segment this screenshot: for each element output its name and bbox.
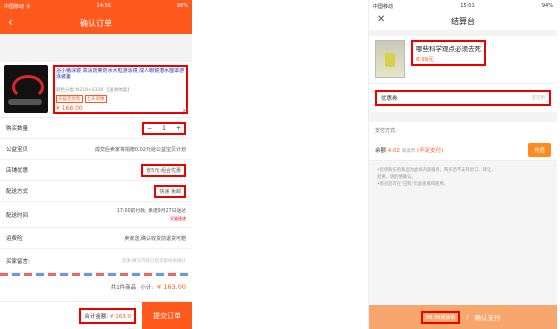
delivery-label: 配送方式 bbox=[6, 189, 29, 195]
delivery-time-label: 配送时间 bbox=[6, 212, 29, 219]
charity-value: 成交后卖家将捐赠0.02元给公益宝贝计划 bbox=[94, 146, 186, 153]
confirm-pay-button[interactable]: 确认支付 bbox=[475, 312, 501, 322]
product-title: 哪些科学观点必须去死 bbox=[416, 45, 481, 53]
payment-method-label: 支付方式: bbox=[375, 128, 397, 134]
delivery-time-tag: 天猫速递 bbox=[170, 215, 186, 221]
book-cover-image bbox=[375, 40, 405, 78]
shop-promo-label: 店铺优惠 bbox=[6, 168, 29, 174]
product-price: 8.99元 bbox=[416, 57, 434, 63]
product-info: 浴小猪泳镜 高清防雾防水大框游泳镜 成人眼镜潜水面罩游泳装备 颜色分类:M218… bbox=[53, 65, 188, 114]
total-area: 合计金额: ¥ 163.0 bbox=[0, 302, 142, 329]
checkout-screen: 中国移动 15:01 94% ✕ 结算台 哪些科学观点必须去死 8.99元 优惠… bbox=[368, 0, 557, 329]
total-amount: ¥ 163.0 bbox=[110, 313, 131, 320]
minus-icon[interactable]: − bbox=[147, 125, 152, 132]
bottom-bar: ¥8.99阅读币 / 确认支付 bbox=[369, 305, 557, 329]
total-box: 合计金额: ¥ 163.0 bbox=[79, 307, 136, 324]
carrier-text: 中国移动 令 bbox=[4, 3, 31, 10]
product-card: 哪些科学观点必须去死 8.99元 bbox=[369, 36, 557, 84]
page-header: ‹ 确认订单 bbox=[0, 12, 192, 34]
subtotal-amount: ¥ 163.00 bbox=[157, 283, 186, 291]
quantity-label: 购买数量 bbox=[6, 126, 29, 132]
delivery-time-row: 配送时间 17:00前付款, 承诺9月27日送达 天猫速递 bbox=[0, 202, 192, 228]
product-card[interactable]: 浴小猪泳镜 高清防雾防水大框游泳镜 成人眼镜潜水面罩游泳装备 颜色分类:M218… bbox=[0, 62, 192, 118]
pay-amount: ¥8.99阅读币 bbox=[421, 310, 461, 324]
message-row[interactable]: 买家留言: 选填:填写内容已和卖家协商确认 bbox=[0, 249, 192, 273]
total-label: 合计金额: bbox=[84, 313, 109, 320]
note-line: •您将购买的商品为虚拟内容服务，购买后不支持退订、转让、 bbox=[377, 168, 496, 173]
balance-amount: 4.02 bbox=[387, 147, 401, 154]
product-image[interactable] bbox=[4, 65, 48, 113]
message-label: 买家留言: bbox=[6, 258, 30, 265]
delivery-row[interactable]: 配送方式 快递 免邮 bbox=[0, 181, 192, 202]
shop-promo-value[interactable]: 省5元:组合优惠 bbox=[141, 163, 186, 177]
back-icon[interactable]: ‹ bbox=[8, 16, 13, 28]
page-header: ✕ 结算台 bbox=[369, 12, 557, 30]
note-line: •购买后可在"已购"页面查看和使用。 bbox=[377, 182, 448, 187]
divider-slash: / bbox=[466, 313, 469, 321]
coupon-value: 无可用 bbox=[531, 96, 546, 101]
time-text: 14:56 bbox=[96, 3, 111, 9]
status-bar: 中国移动 令 14:56 98% bbox=[0, 0, 192, 12]
order-summary: 共1件商品 小计: ¥ 163.00 bbox=[0, 276, 192, 298]
balance-label: 余额 bbox=[375, 147, 387, 154]
close-icon[interactable]: ✕ bbox=[377, 14, 385, 25]
quantity-row: 购买数量 − 1 + bbox=[0, 118, 192, 139]
service-tag: 天猫无忧购 bbox=[56, 95, 83, 103]
insurance-row[interactable]: 运费险 卖家送,确认收货前退货可赔 bbox=[0, 228, 192, 249]
quantity-stepper[interactable]: − 1 + bbox=[142, 121, 186, 135]
shop-promo-row[interactable]: 店铺优惠 省5元:组合优惠 bbox=[0, 160, 192, 181]
charity-label: 公益宝贝 bbox=[6, 147, 29, 153]
item-count: 共1件商品 bbox=[110, 285, 137, 291]
message-input[interactable]: 选填:填写内容已和卖家协商确认 bbox=[121, 258, 186, 264]
spacer bbox=[0, 34, 192, 62]
product-spec: 颜色分类:M218+S338 【送收纳盒】 bbox=[56, 88, 132, 93]
note-line: 退换，请酌情确认。 bbox=[377, 175, 416, 180]
carrier-text: 中国移动 bbox=[373, 3, 394, 10]
coupon-label: 优惠券 bbox=[381, 96, 398, 102]
delivery-time-value: 17:00前付款, 承诺9月27日送达 bbox=[116, 208, 186, 214]
quantity-value[interactable]: 1 bbox=[162, 125, 166, 132]
top-up-button[interactable]: 充值 bbox=[527, 142, 551, 157]
submit-order-button[interactable]: 提交订单 bbox=[142, 302, 192, 329]
charity-row[interactable]: 公益宝贝 成交后卖家将捐赠0.02元给公益宝贝计划 bbox=[0, 139, 192, 160]
plus-icon[interactable]: + bbox=[176, 125, 181, 132]
coupon-row[interactable]: 优惠券 无可用 bbox=[375, 90, 551, 106]
product-title[interactable]: 浴小猪泳镜 高清防雾防水大框游泳镜 成人眼镜潜水面罩游泳装备 bbox=[56, 68, 185, 86]
insurance-value: 卖家送,确认收货前退货可赔 bbox=[124, 235, 186, 242]
page-title: 确认订单 bbox=[80, 18, 112, 28]
purchase-notes: •您将购买的商品为虚拟内容服务，购买后不支持退订、转让、 退换，请酌情确认。 •… bbox=[369, 161, 557, 329]
delivery-value[interactable]: 快递 免邮 bbox=[154, 184, 186, 198]
product-price: ¥ 168.00 bbox=[56, 105, 83, 112]
spacer bbox=[369, 112, 557, 122]
service-tag: 七天退换 bbox=[84, 95, 107, 103]
insurance-label: 运费险 bbox=[6, 236, 23, 242]
subtotal-label: 小计: bbox=[140, 285, 154, 291]
status-bar: 中国移动 15:01 94% bbox=[369, 0, 557, 12]
product-qty: x1 bbox=[182, 108, 189, 114]
bottom-bar: 合计金额: ¥ 163.0 提交订单 bbox=[0, 301, 192, 329]
battery-text: 98% bbox=[176, 3, 188, 9]
insufficient-text: (不足支付) bbox=[417, 147, 444, 154]
order-confirm-screen: 中国移动 令 14:56 98% ‹ 确认订单 浴小猪泳镜 高清防雾防水大框游泳… bbox=[0, 0, 192, 329]
balance-row: 余额 4.02 阅读币 (不足支付) 充值 bbox=[369, 139, 557, 161]
balance-unit: 阅读币 bbox=[401, 148, 416, 154]
time-text: 15:01 bbox=[460, 3, 475, 9]
product-info: 哪些科学观点必须去死 8.99元 bbox=[411, 40, 486, 66]
page-title: 结算台 bbox=[451, 16, 475, 26]
battery-text: 94% bbox=[541, 3, 553, 9]
